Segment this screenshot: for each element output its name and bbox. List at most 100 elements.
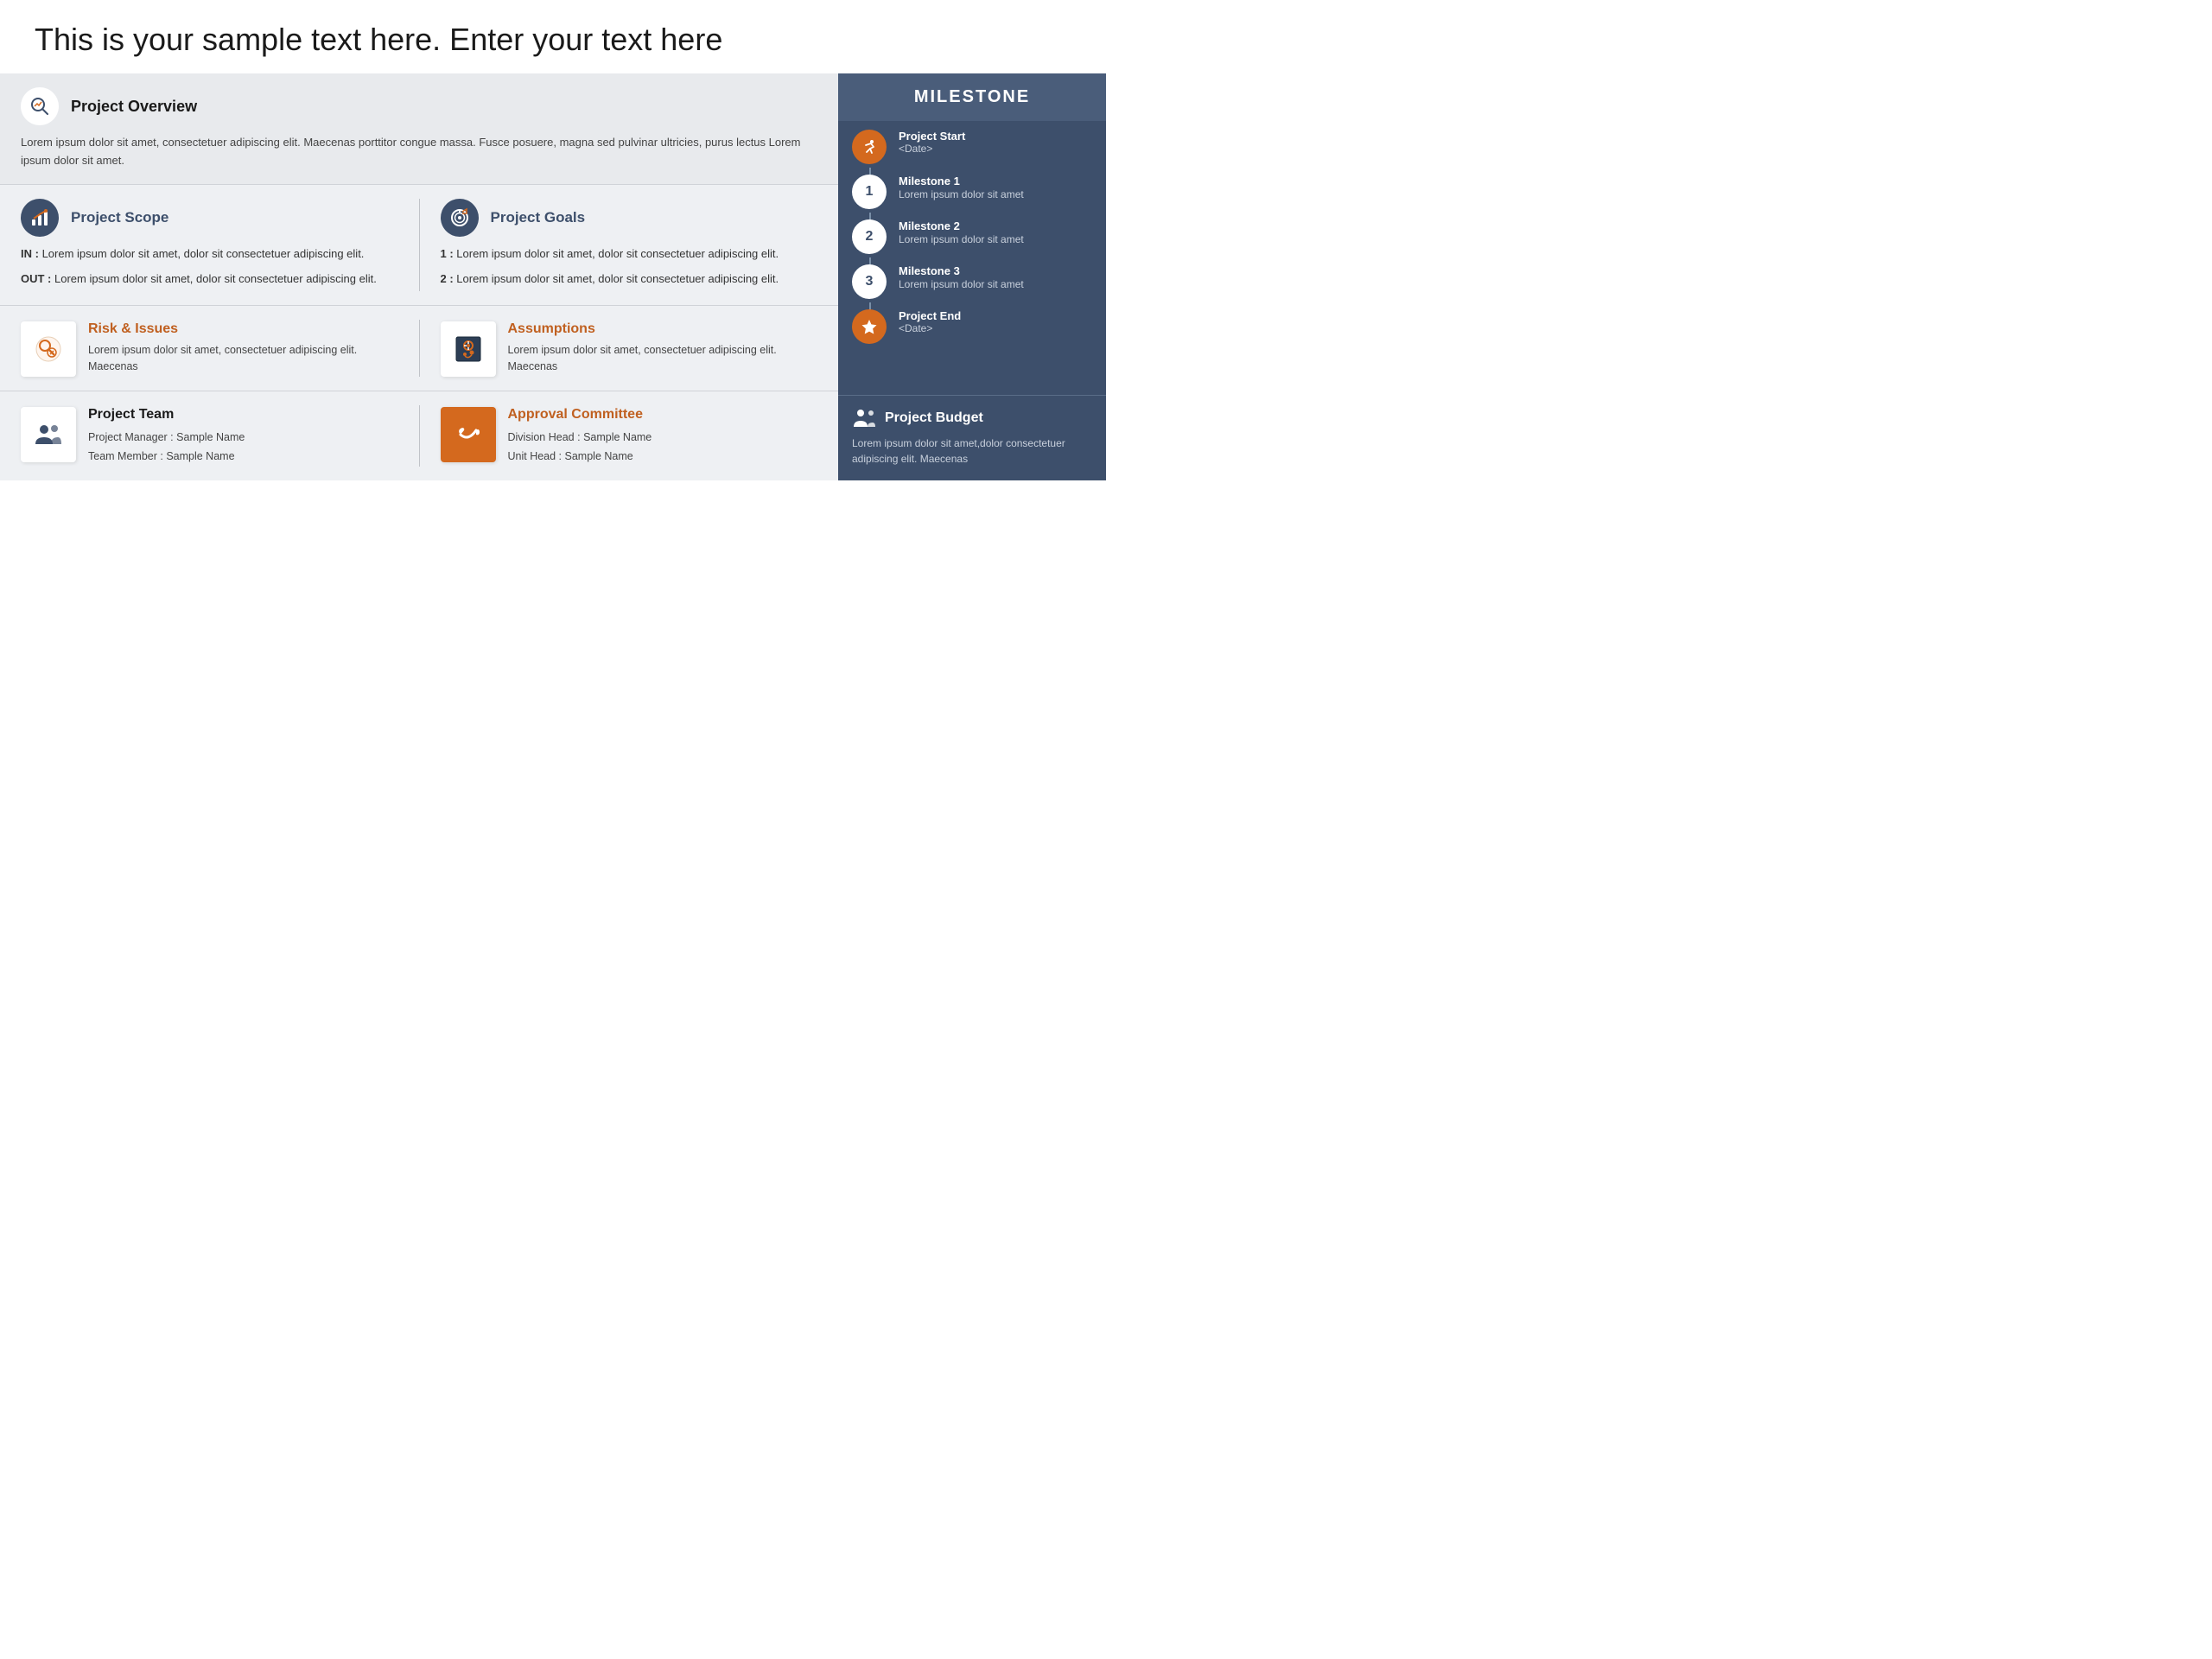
overview-section: Project Overview Lorem ipsum dolor sit a… [0, 73, 838, 185]
milestone-3-content: Milestone 3 Lorem ipsum dolor sit amet [899, 264, 1024, 292]
approval-icon-box [441, 407, 496, 462]
risk-icon [33, 334, 64, 365]
goals-item2-text: Lorem ipsum dolor sit amet, dolor sit co… [456, 272, 779, 285]
milestone-1-content: Milestone 1 Lorem ipsum dolor sit amet [899, 175, 1024, 202]
assumptions-text: Lorem ipsum dolor sit amet, consectetuer… [508, 342, 822, 376]
milestone-start-circle [852, 130, 887, 164]
scope-out-text: Lorem ipsum dolor sit amet, dolor sit co… [54, 272, 377, 285]
team-member-name: Sample Name [166, 450, 234, 462]
team-member: Team Member : Sample Name [88, 447, 245, 467]
run-icon [861, 138, 878, 156]
team-title: Project Team [88, 407, 245, 423]
assumptions-col: Assumptions Lorem ipsum dolor sit amet, … [420, 306, 839, 391]
approval-icon [452, 418, 485, 451]
milestone-3-circle: 3 [852, 264, 887, 299]
milestone-item-1: 1 Milestone 1 Lorem ipsum dolor sit amet [852, 175, 1092, 209]
people-icon [852, 408, 876, 429]
team-icon [32, 418, 65, 451]
team-card: Project Team Project Manager : Sample Na… [21, 407, 402, 467]
approval-card: Approval Committee Division Head : Sampl… [441, 407, 822, 467]
scope-title: Project Scope [71, 209, 168, 226]
overview-title: Project Overview [71, 98, 197, 116]
scope-col: Project Scope IN : Lorem ipsum dolor sit… [0, 185, 419, 305]
team-member-label: Team Member : [88, 450, 163, 462]
search-chart-icon [29, 95, 51, 118]
approval-title: Approval Committee [508, 407, 652, 423]
overview-text: Lorem ipsum dolor sit amet, consectetuer… [21, 134, 817, 170]
milestone-start-date: <Date> [899, 143, 965, 155]
goals-col: Project Goals 1 : Lorem ipsum dolor sit … [420, 185, 839, 305]
scope-in-label: IN : [21, 247, 39, 260]
target-icon [449, 207, 470, 228]
scope-icon-circle [21, 199, 59, 237]
goals-item1-label: 1 : [441, 247, 454, 260]
team-col: Project Team Project Manager : Sample Na… [0, 391, 419, 480]
milestone-start-content: Project Start <Date> [899, 130, 965, 155]
budget-header: Project Budget [852, 408, 1092, 429]
assumptions-icon-box [441, 321, 496, 377]
milestone-end-date: <Date> [899, 322, 961, 334]
approval-col: Approval Committee Division Head : Sampl… [420, 391, 839, 480]
milestone-end-content: Project End <Date> [899, 309, 961, 334]
approval-unit-name: Sample Name [565, 450, 633, 462]
assumptions-icon [453, 334, 484, 365]
star-icon [861, 318, 878, 335]
approval-content: Approval Committee Division Head : Sampl… [508, 407, 652, 467]
milestone-list: Project Start <Date> 1 Milestone 1 Lorem… [838, 121, 1106, 395]
milestone-2-content: Milestone 2 Lorem ipsum dolor sit amet [899, 219, 1024, 247]
goals-item1-text: Lorem ipsum dolor sit amet, dolor sit co… [456, 247, 779, 260]
budget-section: Project Budget Lorem ipsum dolor sit ame… [838, 395, 1106, 480]
scope-in: IN : Lorem ipsum dolor sit amet, dolor s… [21, 245, 402, 263]
left-panel: Project Overview Lorem ipsum dolor sit a… [0, 73, 838, 480]
budget-text: Lorem ipsum dolor sit amet,dolor consect… [852, 435, 1092, 467]
assumptions-content: Assumptions Lorem ipsum dolor sit amet, … [508, 321, 822, 376]
assumptions-title: Assumptions [508, 321, 822, 337]
milestone-item-3: 3 Milestone 3 Lorem ipsum dolor sit amet [852, 264, 1092, 299]
team-manager-name: Sample Name [176, 431, 245, 443]
risk-content: Risk & Issues Lorem ipsum dolor sit amet… [88, 321, 402, 376]
approval-division-name: Sample Name [583, 431, 652, 443]
milestone-2-circle: 2 [852, 219, 887, 254]
assumptions-card: Assumptions Lorem ipsum dolor sit amet, … [441, 321, 822, 377]
scope-goals-row: Project Scope IN : Lorem ipsum dolor sit… [0, 185, 838, 306]
milestone-2-text: Lorem ipsum dolor sit amet [899, 232, 1024, 247]
team-manager-label: Project Manager : [88, 431, 174, 443]
overview-icon-circle [21, 87, 59, 125]
milestone-end-circle [852, 309, 887, 344]
milestone-item-2: 2 Milestone 2 Lorem ipsum dolor sit amet [852, 219, 1092, 254]
approval-division: Division Head : Sample Name [508, 428, 652, 448]
goals-item2-label: 2 : [441, 272, 454, 285]
team-content: Project Team Project Manager : Sample Na… [88, 407, 245, 467]
approval-unit-label: Unit Head : [508, 450, 563, 462]
milestone-item-end: Project End <Date> [852, 309, 1092, 344]
goals-title: Project Goals [491, 209, 586, 226]
milestone-3-text: Lorem ipsum dolor sit amet [899, 277, 1024, 292]
milestone-item-start: Project Start <Date> [852, 130, 1092, 164]
goals-item2: 2 : Lorem ipsum dolor sit amet, dolor si… [441, 270, 822, 288]
scope-header: Project Scope [21, 199, 402, 237]
milestone-1-label: Milestone 1 [899, 175, 1024, 188]
risk-assump-row: Risk & Issues Lorem ipsum dolor sit amet… [0, 306, 838, 391]
goals-icon-circle [441, 199, 479, 237]
chart-icon [29, 207, 50, 228]
risk-text: Lorem ipsum dolor sit amet, consectetuer… [88, 342, 402, 376]
scope-out: OUT : Lorem ipsum dolor sit amet, dolor … [21, 270, 402, 288]
milestone-3-label: Milestone 3 [899, 264, 1024, 277]
page-title: This is your sample text here. Enter you… [0, 0, 1106, 73]
milestone-end-label: Project End [899, 309, 961, 322]
milestone-header: MILESTONE [838, 73, 1106, 121]
goals-header: Project Goals [441, 199, 822, 237]
risk-title: Risk & Issues [88, 321, 402, 337]
scope-in-text: Lorem ipsum dolor sit amet, dolor sit co… [42, 247, 365, 260]
approval-unit: Unit Head : Sample Name [508, 447, 652, 467]
main-layout: Project Overview Lorem ipsum dolor sit a… [0, 73, 1106, 480]
goals-item1: 1 : Lorem ipsum dolor sit amet, dolor si… [441, 245, 822, 263]
milestone-2-label: Milestone 2 [899, 219, 1024, 232]
budget-icon [852, 408, 876, 429]
scope-out-label: OUT : [21, 272, 51, 285]
milestone-start-label: Project Start [899, 130, 965, 143]
overview-header: Project Overview [21, 87, 817, 125]
milestone-1-text: Lorem ipsum dolor sit amet [899, 188, 1024, 202]
risk-icon-box [21, 321, 76, 377]
approval-division-label: Division Head : [508, 431, 581, 443]
